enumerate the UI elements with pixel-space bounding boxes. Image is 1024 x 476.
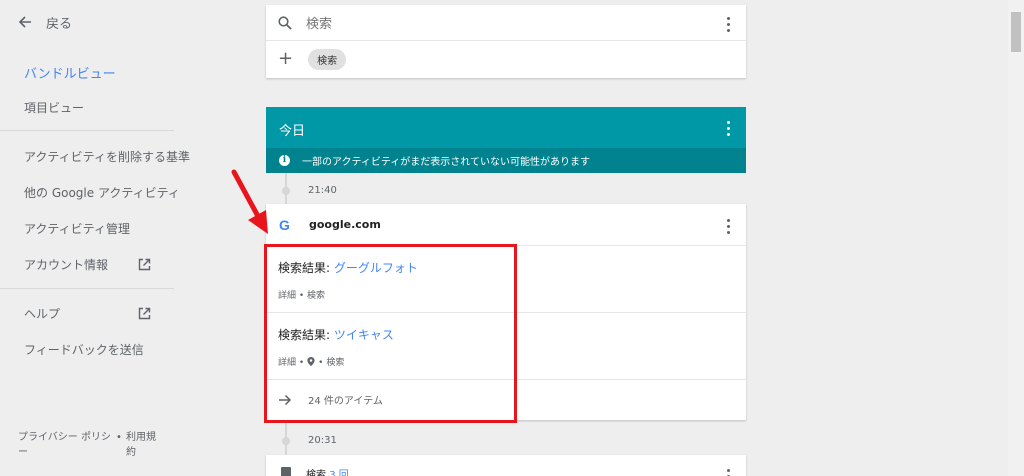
highlight-box: [264, 244, 517, 423]
timeline-dot: [282, 437, 290, 445]
more-vert-icon[interactable]: [726, 469, 730, 476]
nav-item-view[interactable]: 項目ビュー: [24, 99, 84, 116]
more-vert-icon[interactable]: [726, 219, 730, 234]
bundle-title: 検索 3 回: [306, 466, 349, 476]
bundle-domain: google.com: [309, 218, 381, 231]
arrow-back-icon: [18, 16, 31, 28]
sidebar: 戻る バンドルビュー 項目ビュー アクティビティを削除する基準 他の Googl…: [0, 0, 200, 476]
nav-account-info[interactable]: アカウント情報: [24, 256, 108, 273]
privacy-policy-link[interactable]: プライバシー ポリシー: [18, 430, 118, 460]
time-label: 21:40: [308, 185, 337, 196]
search-input[interactable]: 検索: [306, 13, 332, 32]
filter-row: + 検索: [266, 41, 746, 77]
today-header: 今日 i 一部のアクティビティがまだ表示されていない可能性があります: [266, 107, 746, 173]
bundle-count[interactable]: 3 回: [329, 470, 349, 476]
google-logo-icon: G: [279, 216, 290, 233]
info-icon: i: [279, 155, 290, 166]
add-filter-icon[interactable]: +: [278, 50, 293, 68]
filter-chip[interactable]: 検索: [308, 48, 347, 70]
divider: [0, 130, 174, 131]
back-label: 戻る: [46, 16, 73, 32]
annotation-arrow-icon: [231, 169, 268, 234]
date-title: 今日: [279, 124, 306, 139]
divider: [0, 288, 174, 289]
bundle-icon: [281, 467, 291, 476]
terms-link[interactable]: 利用規約: [126, 430, 160, 460]
more-vert-icon[interactable]: [726, 17, 730, 32]
nav-help[interactable]: ヘルプ: [24, 305, 60, 322]
nav-activity-controls[interactable]: アクティビティ管理: [24, 220, 130, 237]
bundle-header: G google.com: [266, 204, 746, 246]
more-vert-icon[interactable]: [726, 121, 730, 136]
scrollbar[interactable]: [1008, 0, 1024, 476]
search-card: 検索 + 検索: [266, 5, 746, 78]
scrollbar-thumb[interactable]: [1011, 12, 1021, 52]
activity-bundle-card: 検索 3 回: [266, 455, 746, 476]
time-label: 20:31: [308, 435, 337, 446]
timeline-dot: [282, 187, 290, 195]
nav-delete-activity[interactable]: アクティビティを削除する基準: [24, 148, 190, 165]
nav-feedback[interactable]: フィードバックを送信: [24, 341, 144, 358]
search-bar[interactable]: 検索: [266, 5, 746, 41]
nav-other-activity[interactable]: 他の Google アクティビティ: [24, 184, 180, 201]
notice-text: 一部のアクティビティがまだ表示されていない可能性があります: [302, 157, 590, 168]
footer-separator: •: [116, 432, 122, 443]
nav-bundle-view[interactable]: バンドルビュー: [24, 63, 116, 82]
search-icon: [278, 15, 292, 30]
open-in-new-icon: [138, 307, 151, 320]
back-button[interactable]: 戻る: [18, 12, 72, 32]
notice-banner: i 一部のアクティビティがまだ表示されていない可能性があります: [266, 148, 746, 173]
open-in-new-icon: [138, 258, 151, 271]
bundle-label: 検索: [306, 470, 326, 476]
